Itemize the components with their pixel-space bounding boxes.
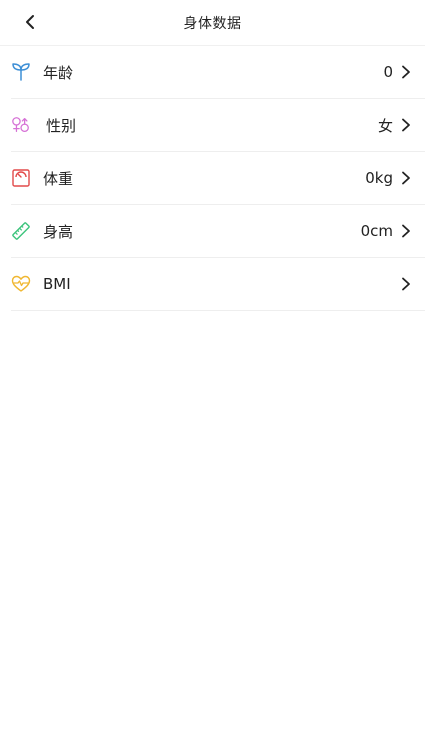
page-title: 身体数据 <box>183 15 242 32</box>
row-label-weight: 体重 <box>43 169 74 188</box>
row-bmi[interactable]: BMI <box>11 258 425 311</box>
row-value-gender: 女 <box>377 116 393 135</box>
chevron-right-icon <box>399 65 413 79</box>
row-height[interactable]: 身高 0cm <box>11 205 425 258</box>
row-gender[interactable]: 性别 女 <box>11 99 425 152</box>
row-value-height: 0cm <box>360 222 393 240</box>
scale-icon <box>11 168 31 188</box>
row-age[interactable]: 年龄 0 <box>11 46 425 99</box>
row-label-height: 身高 <box>43 222 74 241</box>
row-label-bmi: BMI <box>43 275 71 293</box>
heartbeat-icon <box>11 274 31 294</box>
chevron-right-icon <box>399 118 413 132</box>
row-value-age: 0 <box>383 63 393 81</box>
row-value-weight: 0kg <box>365 169 393 187</box>
chevron-right-icon <box>399 277 413 291</box>
chevron-right-icon <box>399 171 413 185</box>
chevron-left-icon <box>26 15 34 29</box>
sprout-icon <box>11 62 31 82</box>
chevron-right-icon <box>399 224 413 238</box>
gender-icon <box>11 115 31 135</box>
body-data-list: 年龄 0 性别 女 体重 0kg 身高 0cm BMI <box>0 46 425 311</box>
back-button[interactable] <box>17 9 43 35</box>
ruler-icon <box>11 221 31 241</box>
row-weight[interactable]: 体重 0kg <box>11 152 425 205</box>
row-label-gender: 性别 <box>46 116 77 135</box>
top-bar: 身体数据 <box>0 0 425 46</box>
row-label-age: 年龄 <box>43 63 74 82</box>
